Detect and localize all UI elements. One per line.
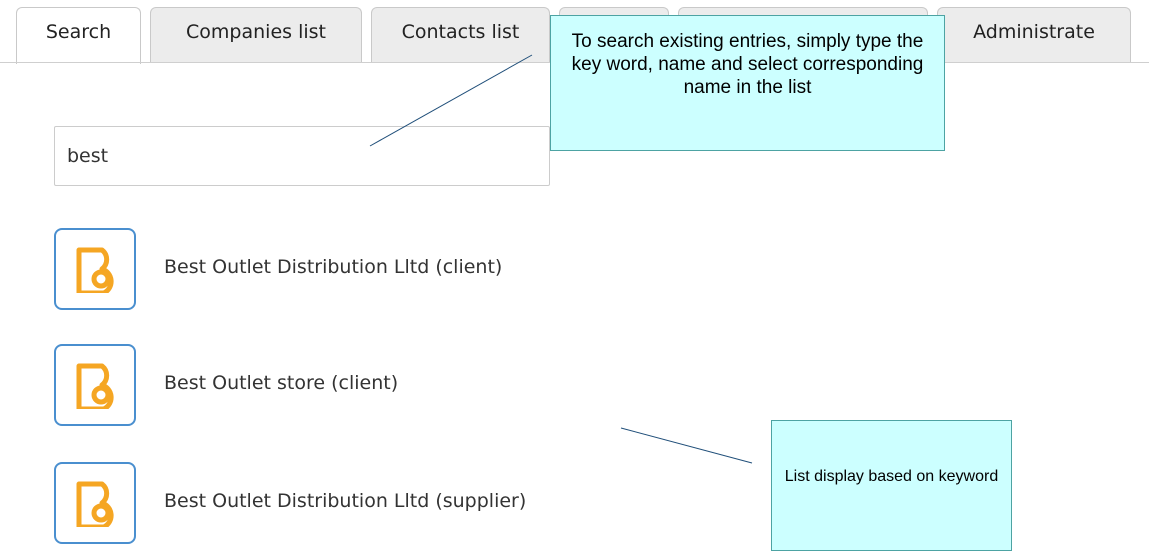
result-item[interactable]: Best Outlet Distribution Lltd (client) — [54, 228, 754, 312]
tab-search[interactable]: Search — [16, 7, 141, 64]
list-callout-leader — [620, 427, 753, 464]
tab-label: Contacts list — [401, 21, 520, 43]
company-logo-icon — [54, 462, 136, 544]
list-help-callout: List display based on keyword — [771, 420, 1012, 551]
tab-label: Companies list — [186, 21, 326, 43]
list-help-text: List display based on keyword — [784, 468, 999, 485]
tab-contacts-list[interactable]: Contacts list — [371, 7, 550, 62]
result-label: Best Outlet Distribution Lltd (client) — [164, 256, 503, 278]
result-label: Best Outlet Distribution Lltd (supplier) — [164, 490, 527, 512]
result-item[interactable]: Best Outlet Distribution Lltd (supplier) — [54, 462, 754, 546]
company-logo-icon — [54, 228, 136, 310]
tab-companies-list[interactable]: Companies list — [150, 7, 362, 62]
search-input[interactable] — [54, 126, 550, 186]
search-help-text: To search existing entries, simply type … — [571, 31, 924, 98]
tab-label: Administrate — [973, 21, 1095, 43]
result-label: Best Outlet store (client) — [164, 372, 399, 394]
tab-administrate[interactable]: Administrate — [937, 7, 1131, 62]
result-item[interactable]: Best Outlet store (client) — [54, 344, 754, 428]
search-help-callout: To search existing entries, simply type … — [550, 15, 945, 151]
company-logo-icon — [54, 344, 136, 426]
tab-label: Search — [45, 21, 112, 43]
